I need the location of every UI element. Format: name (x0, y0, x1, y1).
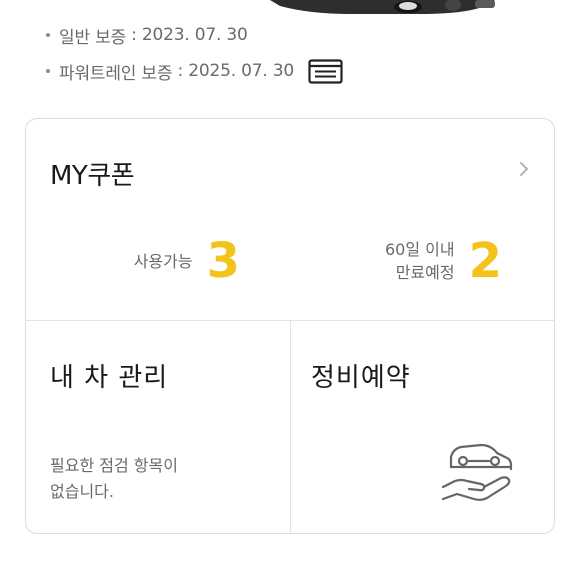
expiring-label-line2: 만료예정 (395, 263, 455, 282)
chevron-right-icon[interactable] (518, 159, 532, 179)
coupon-available[interactable]: 사용가능 3 (134, 237, 240, 285)
bullet (46, 69, 50, 73)
tile-title: 내 차 관리 (50, 363, 169, 393)
warranty-separator: : (125, 25, 142, 45)
expiring-label: 60일 이내 만료예정 (385, 238, 455, 284)
coupon-title: MY쿠폰 (50, 161, 135, 191)
warranty-label: 파워트레인 보증 (59, 63, 173, 84)
bullet (46, 33, 50, 37)
tile-description-line2: 없습니다. (50, 482, 114, 501)
warranty-list: 일반 보증 : 2023. 07. 30 파워트레인 보증 : 2025. 07… (46, 24, 343, 84)
expiring-label-line1: 60일 이내 (384, 240, 455, 259)
expiring-count: 2 (468, 233, 502, 289)
my-coupon-section[interactable]: MY쿠폰 사용가능 3 60일 이내 만료예정 2 (26, 119, 554, 321)
tile-description: 필요한 점검 항목이 없습니다. (50, 453, 230, 505)
warranty-date: 2025. 07. 30 (188, 61, 294, 81)
available-label: 사용가능 (133, 251, 193, 271)
tile-description-line1: 필요한 점검 항목이 (50, 456, 178, 475)
my-car-management-tile[interactable]: 내 차 관리 필요한 점검 항목이 없습니다. (26, 321, 291, 533)
car-image (270, 0, 500, 16)
warranty-separator: : (172, 61, 189, 81)
service-reservation-tile[interactable]: 정비예약 (291, 321, 554, 533)
warranty-general: 일반 보증 : 2023. 07. 30 (46, 24, 343, 48)
card-icon[interactable] (308, 58, 343, 84)
tile-title: 정비예약 (311, 363, 411, 393)
warranty-date: 2023. 07. 30 (141, 25, 248, 45)
warranty-powertrain: 파워트레인 보증 : 2025. 07. 30 (46, 58, 343, 84)
main-panel: MY쿠폰 사용가능 3 60일 이내 만료예정 2 내 차 관리 필요한 점검 … (25, 118, 555, 534)
warranty-label: 일반 보증 (59, 27, 126, 48)
car-care-hand-icon (441, 437, 515, 503)
coupon-expiring[interactable]: 60일 이내 만료예정 2 (385, 237, 502, 285)
available-count: 3 (206, 233, 240, 289)
